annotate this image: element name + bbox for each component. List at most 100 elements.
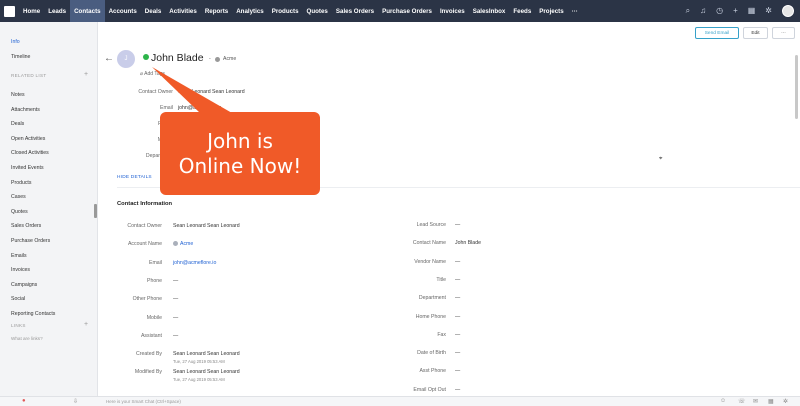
callout-text: John is Online Now! bbox=[160, 129, 320, 179]
online-status-icon bbox=[143, 54, 149, 60]
field-value: — bbox=[455, 350, 461, 357]
record-sidebar: Info Timeline RELATED LIST + Notes Attach… bbox=[0, 22, 98, 396]
field-value: — bbox=[455, 313, 461, 320]
field-value: — bbox=[455, 276, 461, 283]
chat-icon[interactable]: ● bbox=[22, 398, 26, 404]
field-value[interactable]: Acme bbox=[173, 241, 193, 247]
mouse-cursor-icon: ⌖ bbox=[659, 156, 663, 162]
field-label: Asst Phone bbox=[419, 368, 446, 375]
sidebar-item-open-activities[interactable]: Open Activities bbox=[11, 136, 45, 142]
sidebar-item-attachments[interactable]: Attachments bbox=[11, 107, 40, 113]
nav-item-leads[interactable]: Leads bbox=[44, 0, 70, 22]
send-email-button[interactable]: Send Email bbox=[695, 27, 739, 39]
sidebar-item-campaigns[interactable]: Campaigns bbox=[11, 282, 37, 288]
field-value[interactable]: john@acmeflore.io bbox=[173, 260, 216, 266]
edit-button[interactable]: Edit bbox=[743, 27, 768, 39]
nav-item-analytics[interactable]: Analytics bbox=[232, 0, 268, 22]
field-timestamp: Tue, 27 Aug 2019 05:53 AM bbox=[173, 377, 225, 383]
field-label: Date of Birth bbox=[417, 350, 446, 357]
field-value: — bbox=[173, 296, 179, 303]
nav-item-home[interactable]: Home bbox=[19, 0, 44, 22]
nav-item-sales-orders[interactable]: Sales Orders bbox=[332, 0, 378, 22]
field-label: Email bbox=[149, 259, 162, 266]
hide-details-link[interactable]: HIDE DETAILS bbox=[117, 175, 152, 180]
sidebar-item-closed-activities[interactable]: Closed Activities bbox=[11, 150, 49, 156]
field-value: — bbox=[455, 295, 461, 302]
nav-item-salesinbox[interactable]: SalesInbox bbox=[469, 0, 510, 22]
nav-item-feeds[interactable]: Feeds bbox=[509, 0, 535, 22]
nav-item-contacts[interactable]: Contacts bbox=[70, 0, 105, 22]
online-callout: John is Online Now! bbox=[160, 112, 320, 195]
sidebar-item-invoices[interactable]: Invoices bbox=[11, 267, 30, 273]
account-link[interactable]: Acme bbox=[223, 56, 236, 62]
sidebar-item-emails[interactable]: Emails bbox=[11, 253, 27, 259]
summary-value: Sean Leonard Sean Leonard bbox=[178, 89, 245, 95]
contact-avatar: J bbox=[117, 50, 135, 68]
user-avatar[interactable] bbox=[782, 5, 794, 17]
nav-item-products[interactable]: Products bbox=[268, 0, 303, 22]
phone-icon[interactable]: ☏ bbox=[738, 398, 746, 405]
what-are-links-link[interactable]: What are links? bbox=[11, 336, 43, 341]
field-label: Fax bbox=[437, 331, 446, 338]
add-tags-label: Add Tags bbox=[144, 71, 165, 77]
bell-icon[interactable]: ♫ bbox=[700, 0, 706, 22]
field-value: — bbox=[173, 277, 179, 284]
nav-item-activities[interactable]: Activities bbox=[165, 0, 201, 22]
account-name-text: Acme bbox=[180, 241, 194, 248]
clock-icon[interactable]: ◷ bbox=[716, 0, 723, 22]
nav-item-purchase-orders[interactable]: Purchase Orders bbox=[378, 0, 436, 22]
nav-item-projects[interactable]: Projects bbox=[535, 0, 567, 22]
nav-item-accounts[interactable]: Accounts bbox=[105, 0, 141, 22]
sidebar-scroll-handle[interactable] bbox=[94, 204, 97, 218]
field-value: — bbox=[455, 368, 461, 375]
sidebar-item-invited-events[interactable]: Invited Events bbox=[11, 165, 44, 171]
smart-chat-input[interactable]: Here is your Smart Chat (Ctrl+Space) bbox=[106, 399, 181, 404]
contacts-icon[interactable]: ☺ bbox=[720, 398, 726, 404]
back-arrow-icon[interactable]: ← bbox=[104, 53, 114, 64]
field-value: Sean Leonard Sean Leonard bbox=[173, 223, 240, 229]
sidebar-item-purchase-orders[interactable]: Purchase Orders bbox=[11, 238, 50, 244]
mail-icon[interactable]: ✉ bbox=[753, 398, 758, 405]
field-label: Home Phone bbox=[415, 313, 446, 320]
settings-small-icon[interactable]: ✲ bbox=[783, 398, 788, 405]
nav-menu: Home Leads Contacts Accounts Deals Activities… bbox=[19, 0, 582, 22]
sidebar-item-reporting-contacts[interactable]: Reporting Contacts bbox=[11, 311, 55, 317]
plus-icon[interactable]: + bbox=[733, 0, 738, 22]
search-icon[interactable]: ⌕ bbox=[686, 0, 690, 22]
sidebar-item-deals[interactable]: Deals bbox=[11, 121, 24, 127]
sidebar-item-info[interactable]: Info bbox=[11, 39, 20, 45]
gear-icon[interactable]: ✲ bbox=[765, 0, 772, 22]
add-link-icon[interactable]: + bbox=[84, 321, 88, 328]
sidebar-item-notes[interactable]: Notes bbox=[11, 92, 25, 98]
download-icon[interactable]: ⇩ bbox=[73, 398, 78, 405]
field-label: Lead Source bbox=[416, 222, 446, 228]
main-scroll-handle[interactable] bbox=[795, 55, 798, 119]
field-label: Modified By bbox=[134, 369, 162, 376]
field-value: Sean Leonard Sean Leonard bbox=[173, 369, 240, 376]
calendar-icon[interactable]: ▦ bbox=[748, 0, 756, 22]
nav-item-reports[interactable]: Reports bbox=[201, 0, 232, 22]
sidebar-item-sales-orders[interactable]: Sales Orders bbox=[11, 223, 41, 229]
sidebar-item-products[interactable]: Products bbox=[11, 180, 31, 186]
sidebar-item-cases[interactable]: Cases bbox=[11, 194, 26, 200]
add-tags-link[interactable]: ⌀ Add Tags bbox=[140, 71, 165, 77]
field-timestamp: Tue, 27 Aug 2019 05:53 AM bbox=[173, 359, 225, 365]
calendar-small-icon[interactable]: ▦ bbox=[768, 398, 774, 405]
account-icon bbox=[173, 241, 178, 247]
sidebar-item-timeline[interactable]: Timeline bbox=[11, 54, 30, 60]
sidebar-item-social[interactable]: Social bbox=[11, 296, 25, 302]
nav-item-quotes[interactable]: Quotes bbox=[303, 0, 332, 22]
field-label: Other Phone bbox=[132, 296, 162, 303]
field-value: — bbox=[173, 332, 179, 339]
nav-item-deals[interactable]: Deals bbox=[141, 0, 166, 22]
name-separator: - bbox=[209, 56, 211, 62]
field-label: Assistant bbox=[140, 332, 162, 339]
nav-item--[interactable]: ··· bbox=[568, 0, 582, 22]
nav-item-invoices[interactable]: Invoices bbox=[436, 0, 469, 22]
add-related-list-icon[interactable]: + bbox=[84, 71, 88, 78]
callout-line-2: Online Now! bbox=[178, 154, 302, 178]
sidebar-item-quotes[interactable]: Quotes bbox=[11, 209, 28, 215]
more-actions-button[interactable]: ··· bbox=[772, 27, 795, 39]
field-label: Contact Owner bbox=[127, 223, 162, 229]
app-logo[interactable] bbox=[4, 5, 15, 17]
